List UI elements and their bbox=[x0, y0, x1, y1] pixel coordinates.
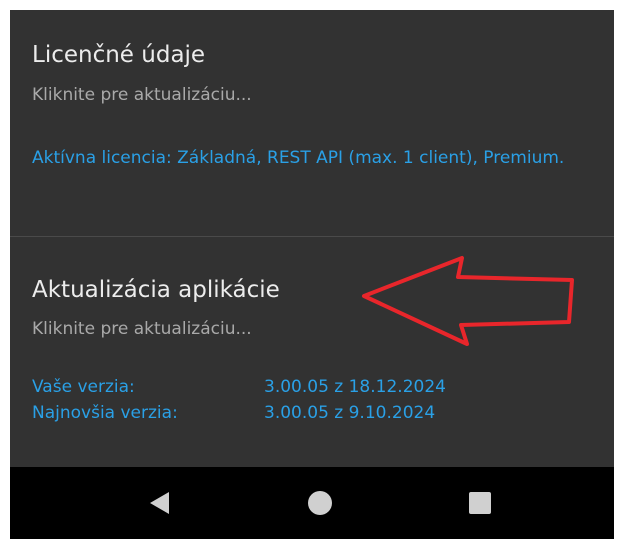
license-title: Licenčné údaje bbox=[32, 42, 206, 68]
latest-version-value: 3.00.05 z 9.10.2024 bbox=[264, 403, 436, 423]
update-section[interactable]: Aktualizácia aplikácie Kliknite pre aktu… bbox=[10, 237, 614, 467]
home-circle-icon bbox=[308, 491, 332, 515]
settings-screen: Licenčné údaje Kliknite pre aktualizáciu… bbox=[10, 10, 614, 539]
update-subtitle: Kliknite pre aktualizáciu... bbox=[32, 319, 252, 339]
current-version-value: 3.00.05 z 18.12.2024 bbox=[264, 377, 446, 397]
latest-version-label: Najnovšia verzia: bbox=[32, 403, 178, 423]
license-section[interactable]: Licenčné údaje Kliknite pre aktualizáciu… bbox=[10, 10, 614, 236]
recents-square-icon bbox=[469, 492, 491, 514]
recents-button[interactable] bbox=[458, 481, 502, 525]
update-title: Aktualizácia aplikácie bbox=[32, 277, 280, 303]
license-subtitle: Kliknite pre aktualizáciu... bbox=[32, 85, 252, 105]
home-button[interactable] bbox=[298, 481, 342, 525]
back-triangle-icon bbox=[150, 492, 169, 514]
navigation-bar bbox=[10, 467, 614, 539]
license-info: Aktívna licencia: Základná, REST API (ma… bbox=[32, 148, 565, 168]
back-button[interactable] bbox=[138, 481, 182, 525]
red-arrow-annotation bbox=[362, 256, 574, 346]
current-version-label: Vaše verzia: bbox=[32, 377, 135, 397]
